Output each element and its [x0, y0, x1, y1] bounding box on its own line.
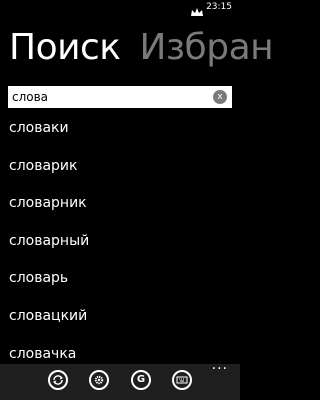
google-translate-button[interactable]: G [131, 370, 151, 390]
keyboard-icon [176, 376, 188, 384]
status-clock: 23:15 [206, 2, 232, 12]
google-translate-icon: G [136, 374, 146, 385]
search-box: x [8, 86, 232, 108]
keyboard-button[interactable] [172, 370, 192, 390]
sync-icon [52, 375, 64, 385]
app-bar: G ··· [0, 362, 240, 400]
app-notification-icon [190, 2, 204, 16]
status-bar: 23:15 [0, 0, 240, 16]
list-item[interactable]: словацкий [0, 298, 240, 336]
more-options-button[interactable]: ··· [212, 362, 228, 376]
list-item[interactable]: словарник [0, 185, 240, 223]
list-item[interactable]: словарный [0, 223, 240, 261]
results-list: словаки словарик словарник словарный сло… [0, 110, 240, 373]
pivot-header: Поиск Избран [9, 28, 281, 68]
gear-icon [94, 375, 104, 385]
list-item[interactable]: словарь [0, 260, 240, 298]
tab-favorites[interactable]: Избран [139, 28, 273, 68]
list-item[interactable]: словаки [0, 110, 240, 148]
list-item[interactable]: словарик [0, 148, 240, 186]
clear-search-button[interactable]: x [213, 90, 227, 104]
search-input[interactable] [8, 86, 212, 108]
settings-button[interactable] [89, 370, 109, 390]
tab-search[interactable]: Поиск [9, 28, 121, 68]
sync-button[interactable] [48, 370, 68, 390]
